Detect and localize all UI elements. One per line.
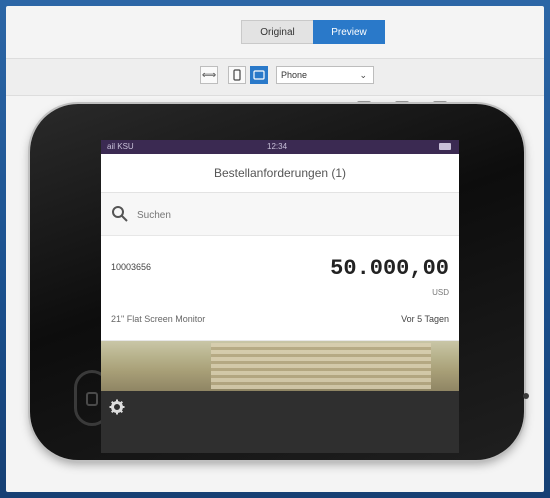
phone-screen: ail KSU 12:34 Bestellanforderungen (1) 1… (101, 140, 459, 453)
page-title: Bestellanforderungen (1) (101, 154, 459, 193)
home-square-icon (86, 392, 98, 406)
device-select-value: Phone (281, 70, 308, 80)
chevron-down-icon: ⌄ (359, 70, 367, 80)
item-description: 21" Flat Screen Monitor (111, 314, 206, 324)
phone-portrait-icon (233, 69, 241, 81)
search-icon (112, 206, 128, 222)
item-amount: 50.000,00 (330, 256, 449, 281)
search-bar (101, 193, 459, 236)
signal-text: ail KSU (107, 142, 134, 151)
phone-landscape-button[interactable] (250, 66, 268, 84)
boardwalk-image (211, 343, 431, 389)
item-currency: USD (432, 288, 449, 297)
speaker-grille (522, 389, 530, 403)
battery-icon (439, 143, 451, 150)
list-item[interactable]: 10003656 50.000,00 USD 21" Flat Screen M… (101, 236, 459, 341)
tab-preview[interactable]: Preview (313, 20, 385, 44)
tablet-icon (253, 70, 265, 80)
footer-bar (101, 391, 459, 453)
status-bar: ail KSU 12:34 (101, 140, 459, 154)
gear-icon[interactable] (109, 399, 125, 415)
device-select[interactable]: Phone ⌄ (276, 66, 374, 84)
status-time: 12:34 (267, 142, 288, 151)
search-input[interactable] (135, 205, 439, 225)
tab-original[interactable]: Original (241, 20, 313, 44)
item-id: 10003656 (111, 262, 152, 272)
item-age: Vor 5 Tagen (401, 314, 449, 324)
phone-portrait-button[interactable] (228, 66, 246, 84)
view-tabs: Original Preview (241, 20, 385, 44)
fit-width-button[interactable]: ⟺ (200, 66, 218, 84)
device-toolbar (6, 58, 544, 96)
fit-width-icon: ⟺ (201, 69, 217, 81)
background-image (101, 341, 459, 391)
